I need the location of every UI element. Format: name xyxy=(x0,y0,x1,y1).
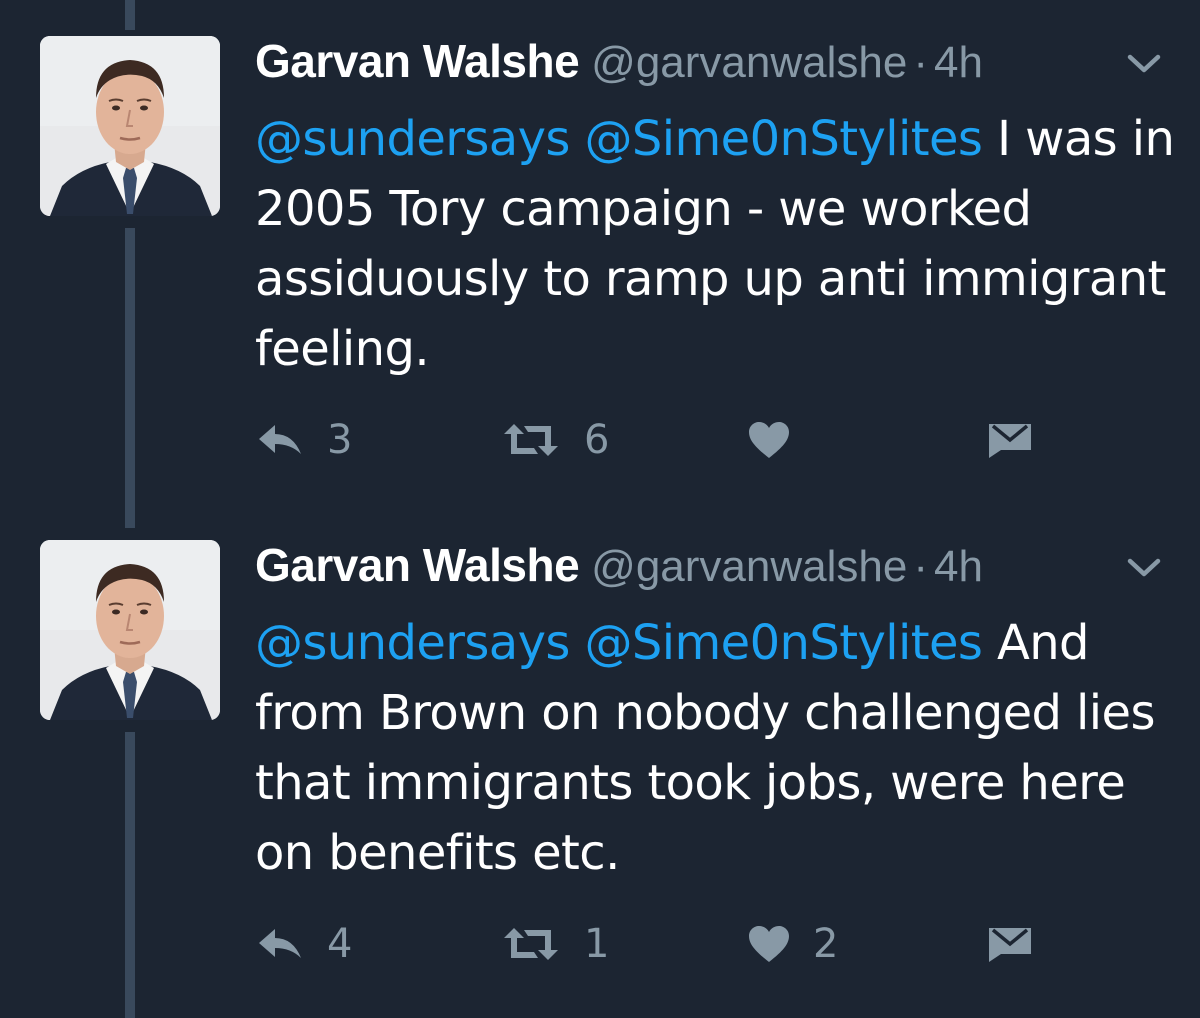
like-count: 2 xyxy=(813,921,839,967)
mention-link[interactable]: @Sime0nStylites xyxy=(585,111,983,167)
tweet-text: @sundersays @Sime0nStylites And from Bro… xyxy=(255,608,1175,888)
retweet-icon xyxy=(504,928,558,960)
direct-message-button[interactable] xyxy=(987,919,1033,969)
retweet-button[interactable]: 6 xyxy=(500,415,609,465)
chevron-down-icon xyxy=(1127,558,1161,577)
heart-icon xyxy=(749,422,789,458)
tweet-text: @sundersays @Sime0nStylites I was in 200… xyxy=(255,104,1175,384)
direct-message-button[interactable] xyxy=(987,415,1033,465)
tweet[interactable]: Garvan Walshe @garvanwalshe · 4h @sundersay… xyxy=(0,36,1200,496)
author-handle[interactable]: @garvanwalshe xyxy=(591,542,907,591)
author-handle[interactable]: @garvanwalshe xyxy=(591,38,907,87)
separator-dot: · xyxy=(913,38,928,87)
reply-icon xyxy=(259,425,301,454)
retweet-count: 6 xyxy=(584,417,610,463)
retweet-button[interactable]: 1 xyxy=(500,919,609,969)
mention-link[interactable]: @sundersays xyxy=(255,615,570,671)
avatar[interactable] xyxy=(40,540,220,720)
chevron-down-icon xyxy=(1127,54,1161,73)
more-options-button[interactable] xyxy=(1122,48,1166,78)
avatar[interactable] xyxy=(40,36,220,216)
reply-count: 3 xyxy=(327,417,353,463)
profile-photo xyxy=(40,540,220,720)
timestamp[interactable]: 4h xyxy=(934,38,983,87)
author-name[interactable]: Garvan Walshe xyxy=(255,35,580,87)
retweet-icon xyxy=(504,424,558,456)
envelope-icon xyxy=(989,424,1031,458)
tweet-header: Garvan Walshe @garvanwalshe · 4h xyxy=(255,36,983,98)
thread-line-top xyxy=(125,0,135,30)
heart-icon xyxy=(749,926,789,962)
mention-link[interactable]: @sundersays xyxy=(255,111,570,167)
more-options-button[interactable] xyxy=(1122,552,1166,582)
reply-icon xyxy=(259,929,301,958)
tweet-actions: 4 1 2 xyxy=(255,919,1055,969)
tweet-actions: 3 6 xyxy=(255,415,1055,465)
profile-photo xyxy=(40,36,220,216)
tweet-header: Garvan Walshe @garvanwalshe · 4h xyxy=(255,540,983,602)
retweet-count: 1 xyxy=(584,921,610,967)
like-button[interactable]: 2 xyxy=(747,919,838,969)
mention-link[interactable]: @Sime0nStylites xyxy=(585,615,983,671)
tweet[interactable]: Garvan Walshe @garvanwalshe · 4h @sundersay… xyxy=(0,540,1200,1000)
envelope-icon xyxy=(989,928,1031,962)
reply-button[interactable]: 4 xyxy=(255,919,352,969)
reply-button[interactable]: 3 xyxy=(255,415,352,465)
timestamp[interactable]: 4h xyxy=(934,542,983,591)
reply-count: 4 xyxy=(327,921,353,967)
separator-dot: · xyxy=(913,542,928,591)
author-name[interactable]: Garvan Walshe xyxy=(255,539,580,591)
like-button[interactable] xyxy=(747,415,813,465)
